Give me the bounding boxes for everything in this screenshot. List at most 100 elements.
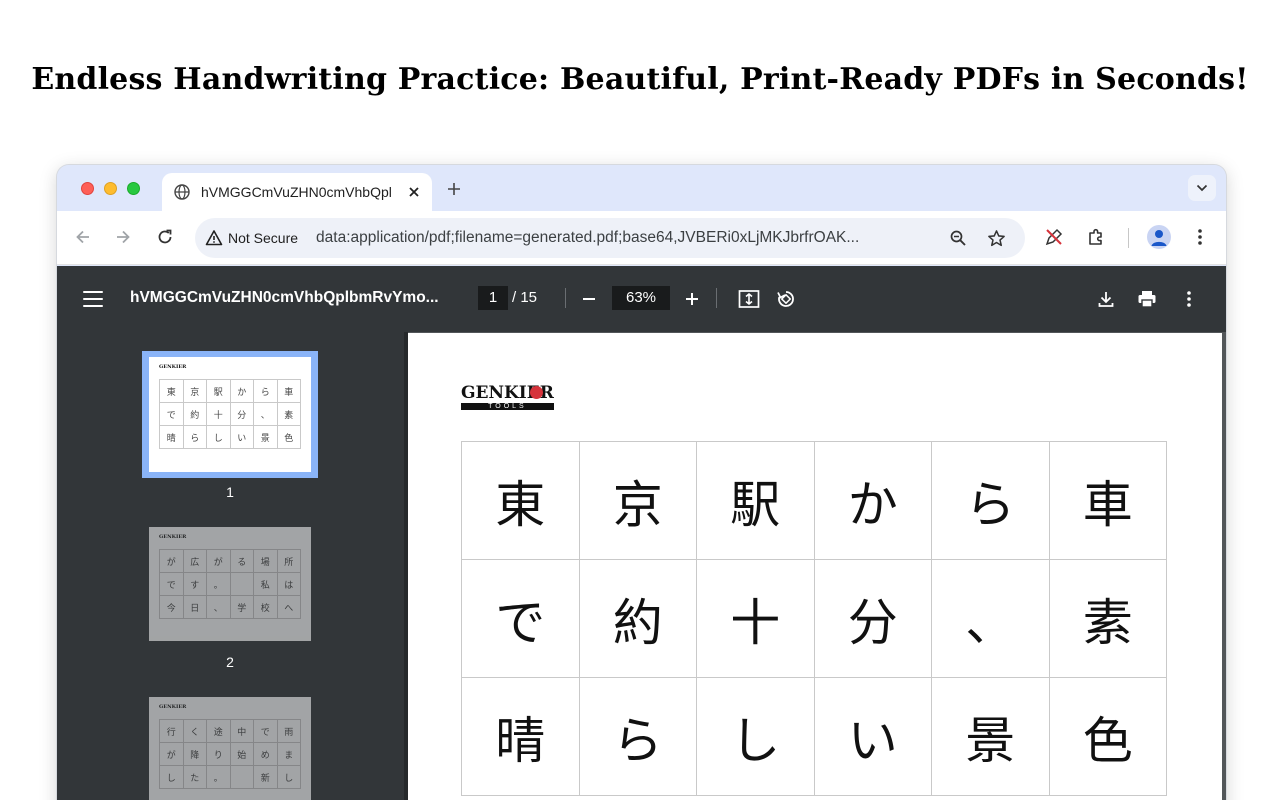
practice-cell: 十	[207, 403, 231, 426]
fit-page-icon[interactable]	[737, 287, 761, 311]
practice-cell: 駅	[697, 442, 815, 560]
practice-cell: し	[207, 426, 231, 449]
practice-cell: 晴	[462, 678, 580, 796]
thumbnail-logo: GENKIER	[159, 534, 187, 540]
practice-cell: し	[160, 766, 184, 789]
practice-cell: 所	[277, 550, 301, 573]
profile-avatar[interactable]	[1147, 225, 1171, 249]
page-thumbnail-1[interactable]: GENKIER 東京駅から車で約十分、素晴らしい景色	[149, 357, 311, 472]
practice-cell: 降	[183, 743, 207, 766]
practice-cell: 車	[277, 380, 301, 403]
practice-cell: 今	[160, 596, 184, 619]
practice-cell: 学	[230, 596, 254, 619]
bookmark-star-icon[interactable]	[986, 228, 1006, 248]
practice-cell	[230, 766, 254, 789]
practice-cell: 色	[1049, 678, 1167, 796]
address-bar[interactable]: Not Secure data:application/pdf;filename…	[195, 218, 1025, 258]
practice-cell: 行	[160, 720, 184, 743]
page-number-input[interactable]: 1	[478, 286, 508, 310]
practice-cell: か	[230, 380, 254, 403]
practice-cell: 中	[230, 720, 254, 743]
practice-cell: ら	[183, 426, 207, 449]
tab-strip: hVMGGCmVuZHN0cmVhbQpl	[57, 165, 1226, 211]
pdf-toolbar: hVMGGCmVuZHN0cmVhbQplbmRvYmo... 1 / 15 6…	[57, 266, 1226, 332]
practice-cell: 晴	[160, 426, 184, 449]
download-icon[interactable]	[1094, 287, 1118, 311]
practice-cell: め	[254, 743, 278, 766]
page-thumbnail-2[interactable]: GENKIER が広がる場所です。私は今日、学校へ	[149, 527, 311, 641]
practice-cell: 分	[230, 403, 254, 426]
reload-icon[interactable]	[153, 225, 177, 249]
practice-cell: 。	[207, 573, 231, 596]
practice-cell: ま	[277, 743, 301, 766]
practice-cell: へ	[277, 596, 301, 619]
rotate-icon[interactable]	[774, 287, 798, 311]
thumbnail-grid: 東京駅から車で約十分、素晴らしい景色	[159, 379, 301, 449]
print-icon[interactable]	[1135, 287, 1159, 311]
thumbnail-number: 2	[226, 654, 234, 670]
menu-hamburger-icon[interactable]	[83, 288, 103, 310]
practice-cell: 、	[932, 560, 1050, 678]
tab-search-button[interactable]	[1188, 175, 1216, 201]
warning-icon	[205, 229, 223, 247]
practice-cell: 景	[932, 678, 1050, 796]
practice-cell: 私	[254, 573, 278, 596]
page-total: / 15	[512, 289, 538, 306]
pdf-toolbar-separator	[565, 288, 566, 308]
practice-cell: 場	[254, 550, 278, 573]
practice-cell: し	[277, 766, 301, 789]
practice-cell: 素	[1049, 560, 1167, 678]
practice-cell: 約	[579, 560, 697, 678]
browser-toolbar: Not Secure data:application/pdf;filename…	[57, 211, 1226, 265]
extensions-puzzle-icon[interactable]	[1085, 226, 1107, 248]
window-maximize-button[interactable]	[127, 182, 140, 195]
zoom-icon[interactable]	[948, 228, 968, 248]
thumbnail-grid: が広がる場所です。私は今日、学校へ	[159, 549, 301, 619]
practice-cell: 途	[207, 720, 231, 743]
practice-cell: 分	[814, 560, 932, 678]
practice-cell: で	[160, 403, 184, 426]
forward-arrow-icon[interactable]	[111, 225, 135, 249]
address-url[interactable]: data:application/pdf;filename=generated.…	[316, 229, 921, 247]
window-close-button[interactable]	[81, 182, 94, 195]
thumbnail-grid: 行く途中で雨が降り始めました。新し	[159, 719, 301, 789]
tab-close-icon[interactable]	[406, 184, 422, 200]
pdf-page: GENKIER TOOLS 東京駅から車で約十分、素晴らしい景色	[408, 333, 1222, 800]
browser-menu-icon[interactable]	[1189, 226, 1211, 248]
practice-cell: で	[462, 560, 580, 678]
practice-cell: 。	[207, 766, 231, 789]
thumbnail-logo: GENKIER	[159, 704, 187, 710]
practice-cell: 校	[254, 596, 278, 619]
practice-cell: ら	[932, 442, 1050, 560]
practice-cell: 車	[1049, 442, 1167, 560]
pdf-document-title: hVMGGCmVuZHN0cmVhbQplbmRvYmo...	[130, 289, 439, 306]
pdf-toolbar-separator	[716, 288, 717, 308]
globe-icon	[174, 184, 190, 200]
practice-cell: 色	[277, 426, 301, 449]
practice-cell: 素	[277, 403, 301, 426]
browser-tab-active[interactable]: hVMGGCmVuZHN0cmVhbQpl	[162, 173, 432, 211]
window-minimize-button[interactable]	[104, 182, 117, 195]
practice-cell: 京	[579, 442, 697, 560]
practice-cell: 東	[462, 442, 580, 560]
zoom-out-icon[interactable]	[577, 287, 601, 311]
genkier-logo: GENKIER TOOLS	[461, 383, 554, 410]
new-tab-button[interactable]	[443, 178, 465, 200]
practice-cell: す	[183, 573, 207, 596]
page-thumbnail-3[interactable]: GENKIER 行く途中で雨が降り始めました。新し	[149, 697, 311, 800]
page-headline: Endless Handwriting Practice: Beautiful,…	[31, 62, 1249, 97]
extension-pen-icon[interactable]	[1043, 226, 1065, 248]
practice-cell: 約	[183, 403, 207, 426]
more-options-icon[interactable]	[1177, 287, 1201, 311]
thumbnail-sidebar: GENKIER 東京駅から車で約十分、素晴らしい景色 1 GENKIER が広が…	[57, 332, 404, 800]
zoom-in-icon[interactable]	[680, 287, 704, 311]
practice-cell: 始	[230, 743, 254, 766]
practice-grid: 東京駅から車で約十分、素晴らしい景色	[461, 441, 1167, 796]
practice-cell: 、	[207, 596, 231, 619]
back-arrow-icon[interactable]	[71, 225, 95, 249]
security-chip[interactable]: Not Secure	[205, 224, 307, 252]
practice-cell: か	[814, 442, 932, 560]
zoom-level-input[interactable]: 63%	[612, 286, 670, 310]
practice-cell: が	[160, 743, 184, 766]
practice-cell	[230, 573, 254, 596]
